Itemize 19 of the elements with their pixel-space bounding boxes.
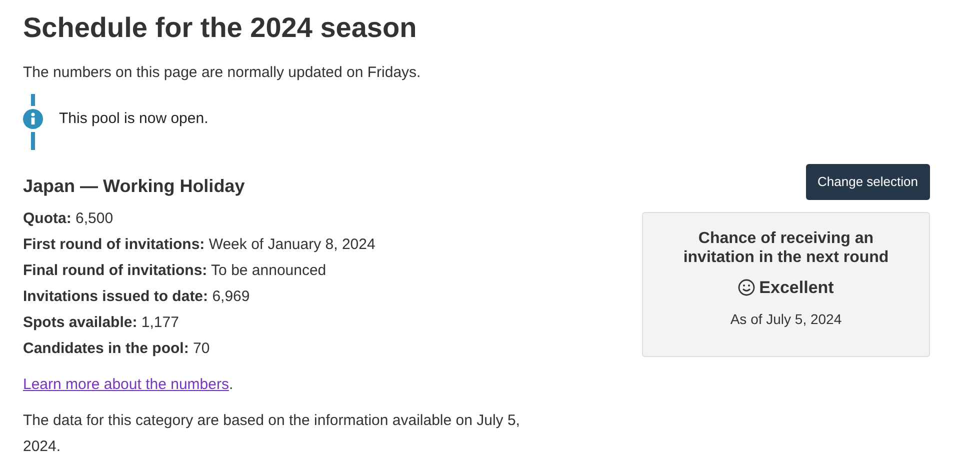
notice-text: This pool is now open. xyxy=(59,108,208,129)
as-of-date: As of July 5, 2024 xyxy=(730,310,842,329)
rating-text: Excellent xyxy=(759,277,834,299)
info-icon xyxy=(23,109,43,129)
change-selection-button[interactable]: Change selection xyxy=(806,164,930,200)
fact-line: Invitations issued to date: 6,969 xyxy=(23,287,251,307)
category-heading: Japan — Working Holiday xyxy=(23,175,246,198)
smiley-icon xyxy=(738,279,756,296)
page-title: Schedule for the 2024 season xyxy=(23,11,418,45)
fact-line: Spots available: 1,177 xyxy=(23,313,180,333)
intro-text: The numbers on this page are normally updated on Fridays. xyxy=(23,63,422,83)
learn-more-link[interactable]: Learn more about the numbers xyxy=(23,376,229,393)
fact-line: Quota: 6,500 xyxy=(23,209,114,229)
learn-more-text: Learn more about the numbers. xyxy=(23,375,234,395)
fact-line: Final round of invitations: To be announced xyxy=(23,261,328,281)
fact-line: Candidates in the pool: 70 xyxy=(23,339,211,359)
chance-heading: Chance of receiving an invitation in the next round xyxy=(682,229,890,267)
fact-line: First round of invitations: Week of January 8, 2024 xyxy=(23,235,376,255)
footnote-text: The data for this category are based on the information available on July 5, 2024. xyxy=(23,411,521,457)
